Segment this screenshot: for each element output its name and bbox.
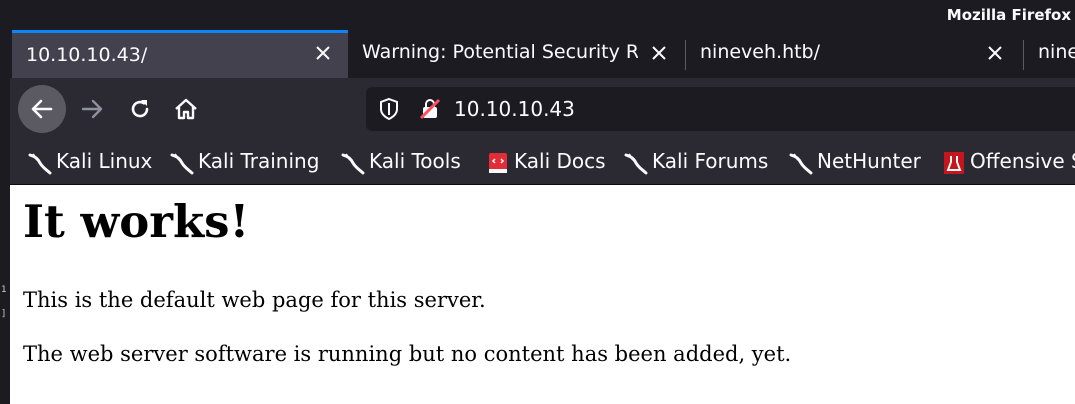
- home-button[interactable]: [162, 85, 210, 133]
- kali-dragon-icon: [341, 151, 365, 175]
- bookmarks-toolbar: Kali Linux Kali Training Kali Tools Kali…: [10, 140, 1075, 185]
- terminal-edge: 1 ]: [0, 0, 10, 404]
- kali-dragon-icon: [28, 151, 52, 175]
- tab-label: nineveh.htb/: [700, 41, 821, 63]
- offsec-icon: [942, 151, 966, 175]
- kali-docs-icon: [486, 151, 510, 175]
- back-button[interactable]: [18, 85, 66, 133]
- forward-button[interactable]: [68, 85, 116, 133]
- paragraph-server-status: The web server software is running but n…: [23, 342, 792, 366]
- kali-dragon-icon: [170, 151, 194, 175]
- reload-icon: [131, 100, 149, 118]
- close-icon[interactable]: [648, 42, 670, 64]
- reload-button[interactable]: [116, 85, 164, 133]
- window-titlebar: Mozilla Firefox: [10, 0, 1075, 30]
- tab-nine-partial[interactable]: nine: [1024, 30, 1075, 78]
- tab-nineveh[interactable]: nineveh.htb/: [686, 30, 1022, 78]
- shield-icon[interactable]: [378, 97, 400, 125]
- kali-dragon-icon: [789, 151, 813, 175]
- tab-security-warning[interactable]: Warning: Potential Security R: [348, 30, 684, 78]
- url-text[interactable]: 10.10.10.43: [454, 97, 575, 121]
- tab-label: nine: [1038, 41, 1075, 63]
- back-arrow-icon: [31, 99, 53, 119]
- tab-10-10-10-43[interactable]: 10.10.10.43/: [12, 30, 348, 78]
- url-bar[interactable]: 10.10.10.43: [366, 87, 1075, 131]
- paragraph-default-page: This is the default web page for this se…: [23, 288, 486, 312]
- close-icon[interactable]: [984, 42, 1006, 64]
- tab-label: Warning: Potential Security R: [362, 41, 638, 63]
- tab-label: 10.10.10.43/: [26, 44, 148, 66]
- home-icon: [175, 98, 197, 120]
- page-heading: It works!: [23, 195, 250, 248]
- page-content: It works! This is the default web page f…: [10, 185, 1075, 404]
- close-icon[interactable]: [312, 42, 334, 64]
- forward-arrow-icon: [81, 99, 103, 119]
- window-title: Mozilla Firefox: [946, 6, 1071, 24]
- tab-strip: 10.10.10.43/ Warning: Potential Security…: [10, 30, 1075, 78]
- navigation-toolbar: 10.10.10.43: [10, 78, 1075, 140]
- insecure-lock-icon[interactable]: [418, 97, 442, 125]
- kali-dragon-icon: [624, 151, 648, 175]
